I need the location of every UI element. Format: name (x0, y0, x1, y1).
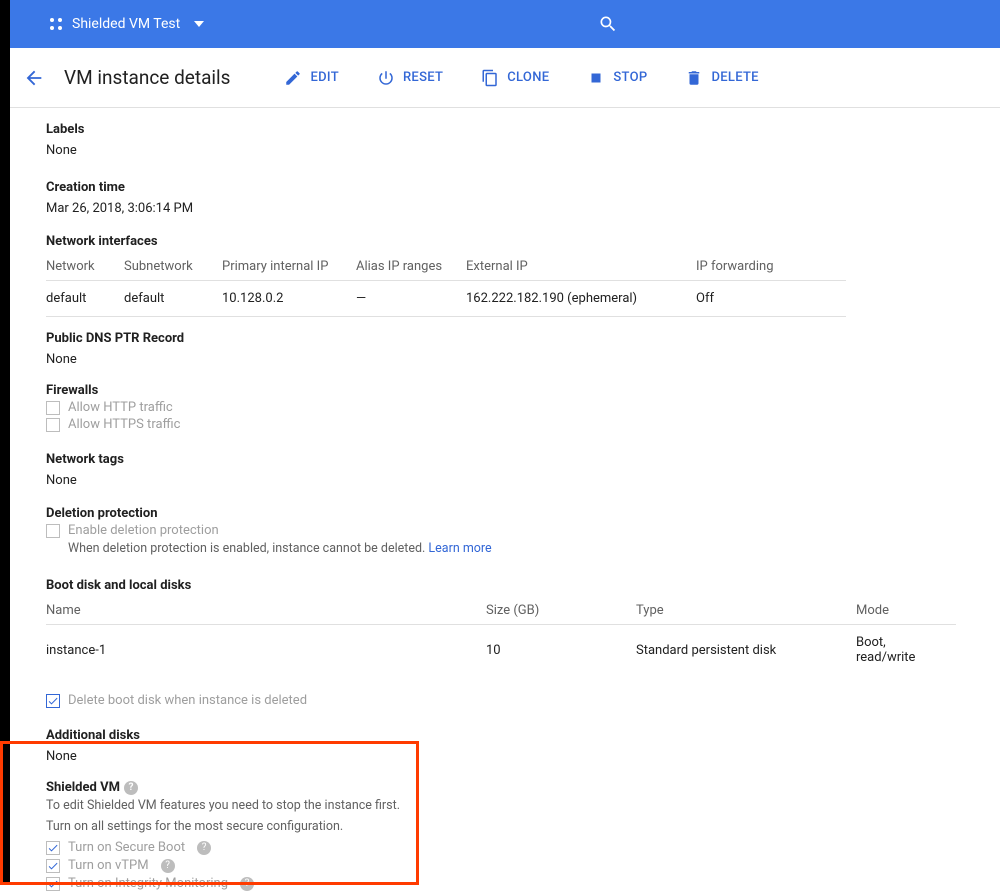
cell-subnetwork: default (124, 281, 222, 317)
checkbox-checked-icon (46, 877, 60, 891)
back-button[interactable] (18, 62, 50, 94)
firewalls-header: Firewalls (46, 383, 960, 398)
project-icon (48, 16, 64, 32)
cell-disk-type: Standard persistent disk (636, 625, 856, 675)
cell-disk-name: instance-1 (46, 625, 486, 675)
boot-disk-row: instance-1 10 Standard persistent disk B… (46, 625, 956, 675)
vtpm-row[interactable]: Turn on vTPM ? (46, 858, 960, 873)
public-dns-value: None (46, 352, 960, 367)
topbar: Shielded VM Test (0, 0, 1000, 48)
integrity-monitoring-row[interactable]: Turn on Integrity Monitoring ? (46, 876, 960, 891)
reset-button[interactable]: RESET (377, 69, 443, 87)
help-icon[interactable]: ? (124, 781, 138, 795)
project-name: Shielded VM Test (72, 16, 180, 32)
shielded-vm-desc2: Turn on all settings for the most secure… (46, 819, 960, 834)
content: Labels None Creation time Mar 26, 2018, … (0, 108, 960, 891)
col-network: Network (46, 253, 124, 281)
col-subnetwork: Subnetwork (124, 253, 222, 281)
edit-button[interactable]: EDIT (284, 69, 338, 87)
network-interfaces-table: Network Subnetwork Primary internal IP A… (46, 253, 846, 317)
checkbox-checked-icon (46, 694, 60, 708)
help-icon[interactable]: ? (240, 877, 254, 891)
page-title: VM instance details (64, 66, 230, 89)
public-dns-header: Public DNS PTR Record (46, 331, 960, 346)
learn-more-link[interactable]: Learn more (428, 541, 491, 556)
deletion-protection-header: Deletion protection (46, 506, 960, 521)
search-button[interactable] (592, 8, 624, 40)
boot-disks-header: Boot disk and local disks (46, 578, 960, 593)
allow-https-label: Allow HTTPS traffic (68, 417, 180, 432)
col-disk-name: Name (46, 597, 486, 625)
cell-disk-mode: Boot, read/write (856, 625, 956, 675)
delete-boot-disk-label: Delete boot disk when instance is delete… (68, 693, 307, 708)
cell-ip-forwarding: Off (696, 281, 846, 317)
cell-primary-internal-ip: 10.128.0.2 (222, 281, 356, 317)
col-ip-forwarding: IP forwarding (696, 253, 846, 281)
network-tags-header: Network tags (46, 452, 960, 467)
additional-disks-value: None (46, 749, 960, 764)
additional-disks-header: Additional disks (46, 728, 960, 743)
stop-icon (587, 69, 605, 87)
shielded-vm-section: Shielded VM ? To edit Shielded VM featur… (46, 780, 960, 891)
checkbox-checked-icon (46, 841, 60, 855)
labels-header: Labels (46, 122, 960, 137)
col-disk-size: Size (GB) (486, 597, 636, 625)
help-icon[interactable]: ? (197, 841, 211, 855)
caret-down-icon (194, 19, 204, 29)
pencil-icon (284, 69, 302, 87)
checkbox-checked-icon (46, 859, 60, 873)
stop-label: STOP (613, 70, 647, 85)
enable-deletion-protection-row[interactable]: Enable deletion protection (46, 523, 960, 538)
edit-label: EDIT (310, 70, 338, 85)
creation-time-header: Creation time (46, 180, 960, 195)
checkbox-unchecked-icon (46, 401, 60, 415)
checkbox-unchecked-icon (46, 524, 60, 538)
labels-value: None (46, 143, 960, 158)
vtpm-label: Turn on vTPM (68, 858, 149, 873)
clone-icon (481, 69, 499, 87)
secure-boot-label: Turn on Secure Boot (68, 840, 185, 855)
allow-http-checkbox-row[interactable]: Allow HTTP traffic (46, 400, 960, 415)
cell-network: default (46, 281, 124, 317)
col-external-ip: External IP (466, 253, 696, 281)
network-interface-row: default default 10.128.0.2 — 162.222.182… (46, 281, 846, 317)
network-interfaces-header: Network interfaces (46, 234, 960, 249)
power-icon (377, 69, 395, 87)
reset-label: RESET (403, 70, 443, 85)
left-edge-strip (0, 0, 10, 885)
allow-https-checkbox-row[interactable]: Allow HTTPS traffic (46, 417, 960, 432)
col-alias-ip-ranges: Alias IP ranges (356, 253, 466, 281)
creation-time-value: Mar 26, 2018, 3:06:14 PM (46, 201, 960, 216)
arrow-back-icon (23, 67, 45, 89)
col-primary-internal-ip: Primary internal IP (222, 253, 356, 281)
enable-deletion-protection-label: Enable deletion protection (68, 523, 219, 538)
network-tags-value: None (46, 473, 960, 488)
shielded-vm-desc1: To edit Shielded VM features you need to… (46, 798, 960, 813)
cell-disk-size: 10 (486, 625, 636, 675)
col-disk-mode: Mode (856, 597, 956, 625)
boot-disks-table: Name Size (GB) Type Mode instance-1 10 S… (46, 597, 956, 675)
secure-boot-row[interactable]: Turn on Secure Boot ? (46, 840, 960, 855)
deletion-protection-help: When deletion protection is enabled, ins… (68, 541, 960, 556)
project-selector[interactable]: Shielded VM Test (48, 16, 204, 32)
delete-label: DELETE (711, 70, 758, 85)
search-icon (598, 14, 618, 34)
cell-external-ip: 162.222.182.190 (ephemeral) (466, 281, 696, 317)
allow-http-label: Allow HTTP traffic (68, 400, 173, 415)
actionbar: VM instance details EDIT RESET CLONE STO… (0, 48, 1000, 108)
help-icon[interactable]: ? (161, 859, 175, 873)
integrity-monitoring-label: Turn on Integrity Monitoring (68, 876, 228, 891)
checkbox-unchecked-icon (46, 418, 60, 432)
shielded-vm-header: Shielded VM ? (46, 780, 960, 795)
trash-icon (685, 69, 703, 87)
cell-alias-ip-ranges: — (356, 281, 466, 317)
delete-button[interactable]: DELETE (685, 69, 758, 87)
delete-boot-disk-row[interactable]: Delete boot disk when instance is delete… (46, 693, 960, 708)
clone-label: CLONE (507, 70, 549, 85)
clone-button[interactable]: CLONE (481, 69, 549, 87)
stop-button[interactable]: STOP (587, 69, 647, 87)
col-disk-type: Type (636, 597, 856, 625)
